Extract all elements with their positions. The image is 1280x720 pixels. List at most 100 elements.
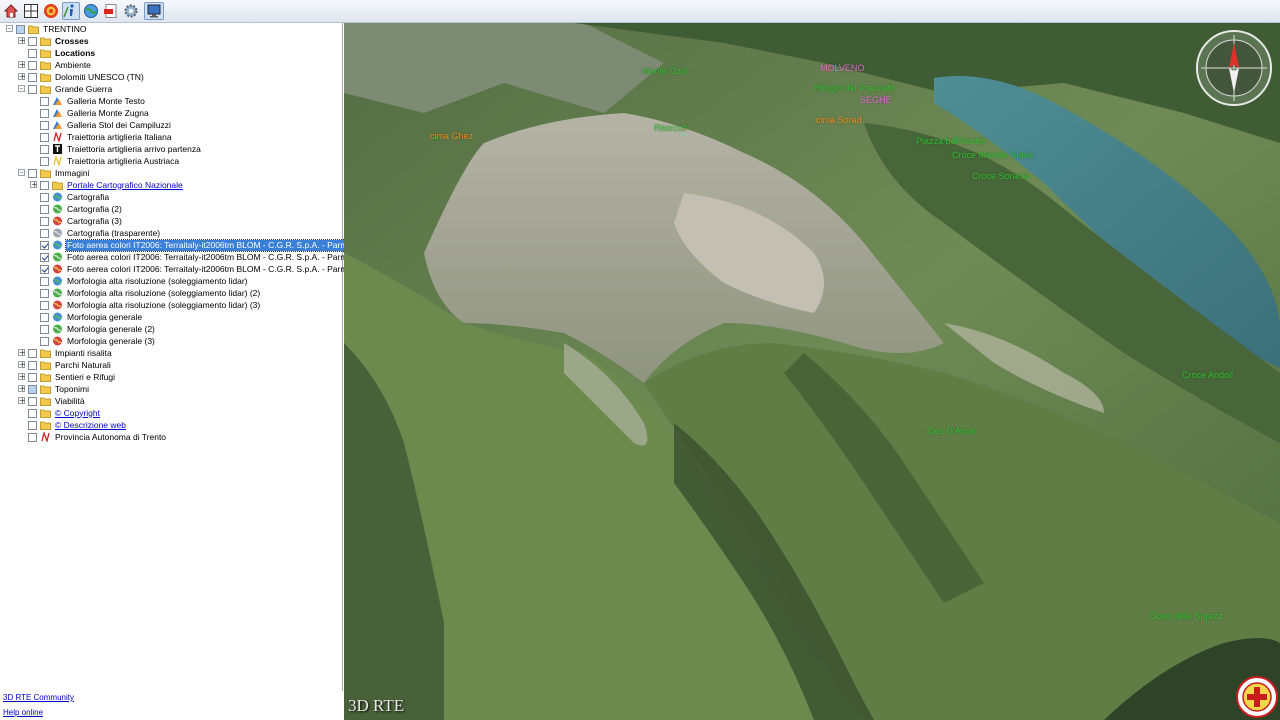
layer-checkbox[interactable] <box>40 216 49 226</box>
tree-item[interactable]: © Copyright <box>28 407 101 419</box>
layer-checkbox[interactable] <box>28 372 37 382</box>
map-label[interactable]: Croce Soracla <box>972 171 1029 181</box>
map-label[interactable]: cima Sorad <box>816 115 862 125</box>
layer-checkbox[interactable] <box>28 420 37 430</box>
expand-toggle[interactable]: + <box>30 181 38 189</box>
layer-checkbox[interactable] <box>40 252 49 262</box>
layer-checkbox[interactable] <box>40 264 49 274</box>
layer-checkbox[interactable] <box>28 36 37 46</box>
tree-item[interactable]: + Viabilità <box>18 395 86 407</box>
layer-checkbox[interactable] <box>28 396 37 406</box>
home-button[interactable] <box>2 2 20 20</box>
map-label[interactable]: Croce Andoll <box>1182 370 1233 380</box>
tree-item[interactable]: + Impianti risalita <box>18 347 113 359</box>
tree-item[interactable]: Cartografia (2) <box>40 203 123 215</box>
tree-item[interactable]: Morfologia generale (3) <box>40 335 156 347</box>
tree-item[interactable]: Cartografia <box>40 191 110 203</box>
map-label[interactable]: cima Ghez <box>430 131 473 141</box>
map-label[interactable]: Monte Ozol <box>642 66 688 76</box>
layer-checkbox[interactable] <box>40 144 49 154</box>
tree-item[interactable]: + Ambiente <box>18 59 92 71</box>
layer-checkbox[interactable] <box>40 312 49 322</box>
map-label[interactable]: Dos D'Amal <box>928 426 975 436</box>
collapse-toggle[interactable]: - <box>18 169 25 177</box>
tree-item[interactable]: Morfologia generale (2) <box>40 323 156 335</box>
tree-item[interactable]: + Dolomiti UNESCO (TN) <box>18 71 145 83</box>
layer-checkbox[interactable] <box>40 156 49 166</box>
layer-checkbox[interactable] <box>40 204 49 214</box>
layer-checkbox[interactable] <box>28 360 37 370</box>
layer-checkbox[interactable] <box>28 72 37 82</box>
tree-item[interactable]: + Portale Cartografico Nazionale <box>30 179 184 191</box>
tree-item[interactable]: + Crosses <box>18 35 90 47</box>
layer-checkbox[interactable] <box>40 108 49 118</box>
tree-item[interactable]: Morfologia alta risoluzione (soleggiamen… <box>40 275 248 287</box>
layer-checkbox[interactable] <box>28 48 37 58</box>
tree-item[interactable]: Foto aerea colori IT2006: Terraitaly-it2… <box>40 238 355 252</box>
help-link[interactable]: Help online <box>3 708 43 717</box>
layer-checkbox[interactable] <box>40 120 49 130</box>
map-label[interactable]: SEGHE <box>860 95 892 105</box>
tree-item[interactable]: Locations <box>28 47 96 59</box>
tree-item[interactable]: Traiettoria artiglieria Italiana <box>40 131 173 143</box>
tree-item[interactable]: - Immagini <box>18 167 90 179</box>
layer-checkbox[interactable] <box>28 60 37 70</box>
tree-item[interactable]: + Parchi Naturali <box>18 359 112 371</box>
tree-item[interactable]: + Toponimi <box>18 383 90 395</box>
map-label[interactable]: Piazza del Sestol <box>916 136 985 146</box>
tree-item[interactable]: Foto aerea colori IT2006: Terraitaly-it2… <box>40 263 366 275</box>
info-button[interactable] <box>62 2 80 20</box>
map-label[interactable]: Ritorcoll <box>654 123 687 133</box>
layer-checkbox[interactable] <box>40 180 49 190</box>
tree-item[interactable]: Provincia Autonoma di Trento <box>28 431 167 443</box>
expand-toggle[interactable]: + <box>18 73 26 81</box>
tree-item[interactable]: Morfologia alta risoluzione (soleggiamen… <box>40 299 261 311</box>
tree-item[interactable]: Foto aerea colori IT2006: Terraitaly-it2… <box>40 251 366 263</box>
layer-checkbox[interactable] <box>16 24 25 34</box>
layer-checkbox[interactable] <box>40 300 49 310</box>
monitor-button[interactable] <box>144 2 164 20</box>
globe-button[interactable] <box>82 2 100 20</box>
target-button[interactable] <box>42 2 60 20</box>
tree-item[interactable]: Galleria Monte Zugna <box>40 107 150 119</box>
layer-checkbox[interactable] <box>40 336 49 346</box>
layer-checkbox[interactable] <box>40 96 49 106</box>
tree-item[interactable]: Galleria Monte Testo <box>40 95 146 107</box>
community-link[interactable]: 3D RTE Community <box>3 693 74 702</box>
tree-item[interactable]: Traiettoria artiglieria arrivo partenza <box>40 143 202 155</box>
layer-checkbox[interactable] <box>40 276 49 286</box>
layer-checkbox[interactable] <box>40 132 49 142</box>
tree-root[interactable]: - TRENTINO <box>6 23 87 35</box>
tree-item[interactable]: Cartografia (trasparente) <box>40 227 161 239</box>
layer-checkbox[interactable] <box>40 324 49 334</box>
layer-checkbox[interactable] <box>28 408 37 418</box>
expand-toggle[interactable]: + <box>18 385 26 393</box>
map-label[interactable]: MOLVENO <box>820 63 864 73</box>
expand-toggle[interactable]: + <box>18 373 26 381</box>
layer-checkbox[interactable] <box>40 288 49 298</box>
expand-toggle[interactable]: + <box>18 61 26 69</box>
layer-checkbox[interactable] <box>28 384 37 394</box>
tree-item[interactable]: + Sentieri e Rifugi <box>18 371 116 383</box>
map-label[interactable]: Croce Marella Selva <box>952 150 1033 160</box>
collapse-toggle[interactable]: - <box>18 85 25 93</box>
layer-checkbox[interactable] <box>40 240 49 250</box>
map-viewport[interactable]: Monte Ozol MOLVENO Rifugio del Pranzatil… <box>344 23 1280 720</box>
expand-toggle[interactable]: + <box>18 361 26 369</box>
tree-item[interactable]: Morfologia alta risoluzione (soleggiamen… <box>40 287 261 299</box>
expand-toggle[interactable]: + <box>18 397 26 405</box>
layer-checkbox[interactable] <box>28 84 37 94</box>
map-label[interactable]: Rifugio del Pranzatil <box>814 83 894 93</box>
tree-item[interactable]: Traiettoria artiglieria Austriaca <box>40 155 180 167</box>
expand-toggle[interactable]: + <box>18 349 26 357</box>
layer-checkbox[interactable] <box>40 192 49 202</box>
tree-item[interactable]: Galleria Stol dei Campiluzzi <box>40 119 172 131</box>
map-label[interactable]: Doss della Sprazz <box>1150 611 1223 621</box>
tree-item[interactable]: - Grande Guerra <box>18 83 113 95</box>
tree-item[interactable]: Cartografia (3) <box>40 215 123 227</box>
layer-checkbox[interactable] <box>28 432 37 442</box>
expand-toggle[interactable]: + <box>18 37 26 45</box>
tree-item[interactable]: © Descrizione web <box>28 419 127 431</box>
pdf-button[interactable] <box>102 2 120 20</box>
compass-icon[interactable] <box>1195 29 1273 107</box>
